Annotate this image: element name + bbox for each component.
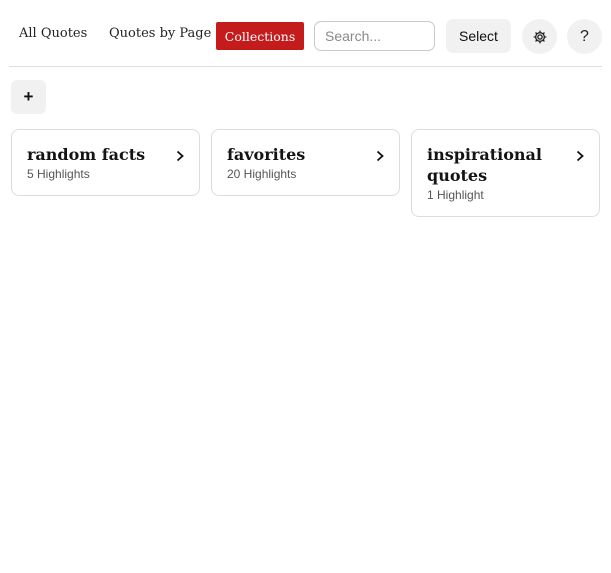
collection-count: 1 Highlight bbox=[427, 188, 484, 202]
collection-title: favorites bbox=[227, 145, 306, 164]
add-collection-button[interactable]: + bbox=[11, 80, 46, 114]
gear-icon bbox=[533, 30, 546, 43]
collection-card[interactable]: inspirational quotes 1 Highlight bbox=[411, 129, 600, 217]
collection-card[interactable]: random facts 5 Highlights bbox=[11, 129, 200, 196]
chevron-right-icon bbox=[176, 150, 184, 162]
help-button[interactable]: ? bbox=[567, 19, 602, 54]
chevron-right-icon bbox=[576, 150, 584, 162]
settings-button[interactable] bbox=[522, 19, 557, 54]
collection-count: 20 Highlights bbox=[227, 167, 297, 181]
help-icon: ? bbox=[580, 27, 589, 45]
header-divider bbox=[9, 66, 602, 67]
collection-title: random facts bbox=[27, 145, 146, 164]
nav-quotes-by-page[interactable]: Quotes by Page bbox=[109, 26, 211, 41]
nav-all-quotes[interactable]: All Quotes bbox=[19, 26, 87, 41]
collection-count: 5 Highlights bbox=[27, 167, 90, 181]
top-navigation-bar: All Quotes Quotes by Page Collections Se… bbox=[0, 0, 611, 66]
nav-collections[interactable]: Collections bbox=[216, 22, 304, 50]
select-button[interactable]: Select bbox=[446, 19, 511, 53]
chevron-right-icon bbox=[376, 150, 384, 162]
collection-card[interactable]: favorites 20 Highlights bbox=[211, 129, 400, 196]
search-input[interactable] bbox=[314, 21, 435, 51]
collection-title: inspirational quotes bbox=[427, 145, 542, 185]
